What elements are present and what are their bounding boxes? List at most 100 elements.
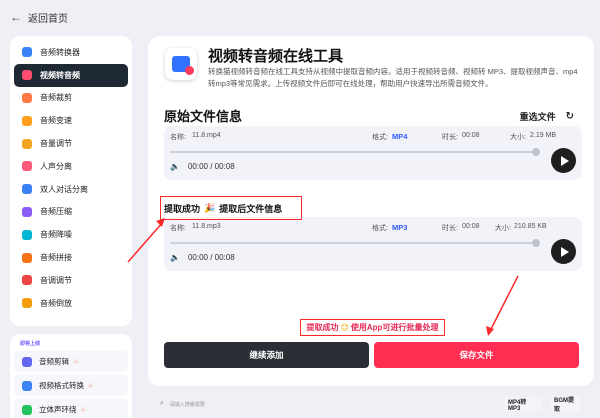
sidebar-item-noise-reduction[interactable]: 音频降噪 (14, 223, 128, 246)
reverse-icon (22, 298, 32, 309)
sidebar-item-video-format[interactable]: 视频格式转换 ♨ (14, 375, 128, 396)
sidebar-item-audio-edit[interactable]: 音频剪辑 ♨ (14, 351, 128, 372)
chip-bgm-extract[interactable]: BGM提取 (550, 397, 580, 413)
surround-icon (22, 404, 32, 415)
size-label: 大小: (510, 134, 526, 141)
sidebar-item-label: 人声分离 (40, 161, 72, 171)
sidebar-item-dialogue-separation[interactable]: 双人对话分离 (14, 178, 128, 201)
sidebar-item-label: 音频剪辑 (39, 357, 69, 366)
success-label: 提取成功 (164, 203, 201, 214)
file-format: MP4 (392, 132, 408, 141)
original-section-title: 原始文件信息 (164, 109, 243, 124)
seek-bar[interactable] (170, 239, 540, 247)
sidebar-item-audio-converter[interactable]: 音频转换器 (14, 41, 128, 64)
original-file-card: 名称: 11.8.mp4 格式: MP4 时长: 00:08 大小: 2.19 … (164, 126, 582, 180)
batch-processing-notice[interactable]: 提取成功 😊 使用App可进行批量处理 (300, 319, 445, 336)
hot-icon: ♨ (88, 383, 94, 389)
refresh-icon: ↻ (565, 111, 574, 122)
sidebar-item-label: 音频拼接 (40, 253, 72, 263)
sidebar-item-vocal-separation[interactable]: 人声分离 (14, 155, 128, 178)
time-display: 00:00 / 00:08 (187, 253, 235, 262)
duration-label: 时长: (442, 134, 458, 141)
save-file-button[interactable]: 保存文件 (374, 342, 579, 368)
file-duration: 00:08 (462, 132, 480, 139)
volume-icon[interactable]: 🔈 (170, 162, 180, 171)
sidebar-item-reverse[interactable]: 音频倒放 (14, 292, 128, 315)
time-display: 00:00 / 00:08 (187, 162, 235, 171)
extracted-file-card: 名称: 11.8.mp3 格式: MP3 时长: 00:08 大小: 210.8… (164, 217, 582, 271)
sidebar-item-label: 音频转换器 (40, 47, 80, 57)
format-label: 格式: (372, 225, 388, 232)
extract-success-heading: 提取成功 🎉 提取后文件信息 (160, 196, 302, 220)
page-title: 视频转音频在线工具 (208, 48, 344, 65)
sidebar-item-label: 音频裁剪 (40, 93, 72, 103)
sidebar-item-label: 视频格式转换 (39, 381, 84, 390)
video-to-audio-icon (22, 70, 32, 81)
volume-icon[interactable]: 🔈 (170, 253, 180, 262)
upcoming-title: 即将上线 (20, 341, 41, 347)
name-label: 名称: (170, 134, 186, 141)
sidebar-item-label: 音频压缩 (40, 207, 72, 217)
continue-add-button[interactable]: 继续添加 (164, 342, 369, 368)
page-description: 转换猫视频转音频在线工具支持从视频中提取音频内容。适用于视频转音频、视频转 MP… (208, 67, 578, 88)
audio-player: 🔈 00:00 / 00:08 (170, 162, 235, 171)
chip-mp4-to-mp3[interactable]: MP4转MP3 (504, 397, 542, 412)
sidebar-item-video-to-audio[interactable]: 视频转音频 (14, 63, 128, 87)
sidebar-item-audio-trim[interactable]: 音频裁剪 (14, 87, 128, 110)
sidebar-item-surround[interactable]: 立体声环绕 ♨ (14, 399, 128, 418)
sidebar-item-pitch[interactable]: 音调调节 (14, 269, 128, 292)
file-meta: 名称: 11.8.mp3 格式: MP3 时长: 00:08 大小: 210.8… (170, 223, 570, 233)
file-duration: 00:08 (462, 223, 480, 230)
file-size: 210.85 KB (514, 223, 547, 230)
sidebar-item-label: 音频变速 (40, 116, 72, 126)
extracted-section-title: 提取后文件信息 (219, 203, 283, 214)
reselect-file-button[interactable]: 重选文件 ↻ (520, 110, 574, 123)
search-placeholder: 请输入搜索需要 (169, 401, 205, 408)
audio-converter-icon (22, 47, 32, 58)
sidebar: 音频转换器 视频转音频 音频裁剪 音频变速 音量调节 人声分离 双人对话分离 音… (10, 36, 132, 326)
audio-edit-icon (22, 356, 32, 367)
party-icon: 🎉 (204, 202, 216, 213)
seek-knob[interactable] (532, 148, 540, 156)
pitch-icon (22, 275, 32, 286)
file-meta: 名称: 11.8.mp4 格式: MP4 时长: 00:08 大小: 2.19 … (170, 132, 570, 142)
play-button[interactable] (551, 148, 576, 173)
bottom-bar: ⌕ 请输入搜索需要 MP4转MP3 BGM提取 (148, 392, 594, 416)
hot-icon: ♨ (80, 407, 86, 413)
noise-reduction-icon (22, 229, 32, 240)
search-input[interactable]: ⌕ 请输入搜索需要 (148, 400, 205, 408)
seek-knob[interactable] (532, 239, 540, 247)
batch-notice-prefix: 提取成功 (306, 323, 339, 332)
speed-icon (22, 115, 32, 126)
file-size: 2.19 MB (530, 132, 557, 139)
sidebar-item-label: 双人对话分离 (40, 184, 88, 194)
play-button[interactable] (551, 239, 576, 264)
dialogue-icon (22, 184, 32, 195)
play-icon (560, 246, 569, 257)
size-label: 大小: (495, 225, 511, 232)
smile-icon: 😊 (340, 323, 349, 332)
sidebar-item-label: 音调调节 (40, 275, 72, 285)
compress-icon (22, 206, 32, 217)
reselect-label: 重选文件 (519, 112, 556, 122)
sidebar-upcoming: 即将上线 音频剪辑 ♨ 视频格式转换 ♨ 立体声环绕 ♨ (10, 334, 132, 418)
file-name: 11.8.mp4 (192, 132, 221, 139)
sidebar-item-label: 视频转音频 (40, 70, 80, 80)
sidebar-item-label: 立体声环绕 (39, 405, 77, 414)
sidebar-item-label: 音量调节 (40, 139, 72, 149)
sidebar-item-audio-compress[interactable]: 音频压缩 (14, 201, 128, 224)
back-to-home[interactable]: ← 返回首页 (0, 0, 600, 34)
hot-icon: ♨ (73, 359, 79, 365)
duration-label: 时长: (442, 225, 458, 232)
sidebar-item-audio-speed[interactable]: 音频变速 (14, 109, 128, 132)
sidebar-item-label: 音频降噪 (40, 230, 72, 240)
scissors-icon (22, 92, 32, 103)
file-format: MP3 (392, 223, 408, 232)
audio-player: 🔈 00:00 / 00:08 (170, 253, 235, 262)
sidebar-item-audio-join[interactable]: 音频拼接 (14, 246, 128, 269)
name-label: 名称: (170, 225, 186, 232)
play-icon (560, 155, 569, 166)
sidebar-item-volume[interactable]: 音量调节 (14, 132, 128, 155)
seek-bar[interactable] (170, 148, 540, 156)
join-icon (22, 252, 32, 263)
